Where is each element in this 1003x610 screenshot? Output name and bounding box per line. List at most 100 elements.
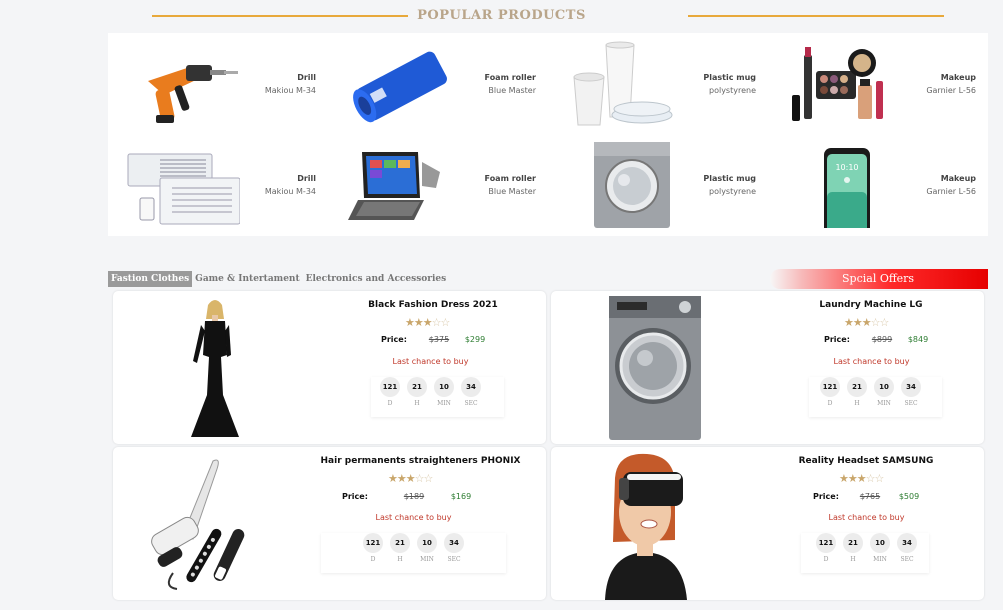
offer-card-laundry-machine[interactable]: Laundry Machine LG ★★★☆☆ Price: $899 $84… — [551, 291, 984, 444]
last-chance-text: Last chance to buy — [392, 357, 469, 366]
countdown-seconds: 34 — [444, 533, 464, 553]
star-icon: ★ — [856, 472, 867, 485]
price-label: Price: — [824, 335, 850, 344]
popular-product-plastic-mug[interactable]: Plastic mug polystyrene — [548, 33, 768, 134]
old-price: $375 — [428, 335, 450, 344]
countdown-days: 121 — [363, 533, 383, 553]
old-price: $765 — [859, 492, 881, 501]
product-name: Makeup — [940, 73, 976, 82]
popular-products-header: POPULAR PRODUCTS — [0, 0, 1003, 32]
popular-product-air-conditioner[interactable]: Drill Makiou M-34 — [108, 134, 328, 235]
countdown-hours: 21 — [847, 377, 867, 397]
laptop-image — [348, 152, 440, 220]
countdown-days: 121 — [820, 377, 840, 397]
price-row: Price: $189 $169 — [342, 492, 488, 501]
product-title[interactable]: Laundry Machine LG — [796, 300, 946, 310]
new-price: $509 — [898, 492, 920, 501]
product-model: Makiou M-34 — [264, 86, 316, 95]
countdown-timer: 121 D 21 H 10 MIN 34 SEC — [371, 377, 504, 417]
countdown-hours-label: H — [850, 556, 856, 563]
countdown-minutes: 10 — [874, 377, 894, 397]
countdown-days-label: D — [387, 400, 393, 407]
product-model: Blue Master — [488, 86, 536, 95]
washing-machine-image — [609, 296, 701, 440]
new-price: $849 — [907, 335, 929, 344]
countdown-seconds-label: SEC — [464, 400, 478, 407]
popular-product-washer[interactable]: Plastic mug polystyrene — [548, 134, 768, 235]
special-offers-label: Spcial Offers — [842, 272, 915, 285]
product-model: polystyrene — [709, 187, 756, 196]
countdown-hours: 21 — [390, 533, 410, 553]
popular-product-laptop[interactable]: Foam roller Blue Master — [328, 134, 548, 235]
countdown-days: 121 — [380, 377, 400, 397]
star-icon: ★ — [852, 316, 863, 329]
washing-machine-image — [594, 142, 670, 228]
product-name: Plastic mug — [703, 73, 756, 82]
popular-product-smartphone[interactable]: 10:10 Makeup Garnier L-56 — [768, 134, 988, 235]
countdown-hours-label: H — [854, 400, 860, 407]
countdown-minutes: 10 — [417, 533, 437, 553]
star-empty-icon: ☆ — [423, 472, 434, 485]
popular-products-grid: Drill Makiou M-34 Foam roller Blue Maste… — [108, 33, 988, 236]
countdown-hours-label: H — [397, 556, 403, 563]
special-offers-banner[interactable]: Spcial Offers — [770, 269, 988, 289]
tab-game-entertainment[interactable]: Game & Intertament — [192, 271, 302, 287]
countdown-seconds: 34 — [901, 377, 921, 397]
new-price: $169 — [450, 492, 472, 501]
countdown-minutes: 10 — [870, 533, 890, 553]
star-empty-icon: ☆ — [874, 472, 885, 485]
star-icon: ★ — [405, 316, 415, 329]
rating-stars: ★★★☆☆ — [844, 316, 890, 329]
air-conditioner-image — [127, 153, 240, 225]
countdown-days-label: D — [370, 556, 376, 563]
star-icon: ★ — [844, 316, 854, 329]
offer-card-dress[interactable]: Black Fashion Dress 2021 ★★★☆☆ Price: $3… — [113, 291, 546, 444]
product-model: Garnier L-56 — [926, 187, 976, 196]
product-name: Plastic mug — [703, 174, 756, 183]
price-label: Price: — [342, 492, 368, 501]
star-icon: ★ — [847, 472, 858, 485]
product-name: Foam roller — [484, 73, 536, 82]
popular-product-makeup[interactable]: Makeup Garnier L-56 — [768, 33, 988, 134]
star-empty-icon: ☆ — [414, 472, 425, 485]
countdown-minutes-label: MIN — [437, 400, 451, 407]
countdown-seconds: 34 — [461, 377, 481, 397]
countdown-timer: 121 D 21 H 10 MIN 34 SEC — [321, 533, 506, 573]
countdown-seconds-label: SEC — [900, 556, 914, 563]
foam-roller-image — [353, 51, 447, 123]
dress-image — [191, 300, 239, 437]
popular-product-drill[interactable]: Drill Makiou M-34 — [108, 33, 328, 134]
countdown-days-label: D — [823, 556, 829, 563]
plastic-mug-image — [573, 41, 673, 126]
star-empty-icon: ☆ — [431, 316, 442, 329]
product-model: Makiou M-34 — [264, 187, 316, 196]
product-model: Garnier L-56 — [926, 86, 976, 95]
rating-stars: ★★★☆☆ — [388, 472, 434, 485]
tab-fashion-clothes[interactable]: Fastion Clothes — [108, 271, 193, 287]
offer-card-hair-straightener[interactable]: Hair permanents straighteners PHONIX ★★★… — [113, 447, 546, 600]
countdown-minutes: 10 — [434, 377, 454, 397]
vr-headset-image — [605, 453, 687, 600]
old-price: $899 — [871, 335, 893, 344]
phone-clock: 10:10 — [835, 163, 858, 172]
smartphone-image: 10:10 — [824, 148, 870, 228]
countdown-days-label: D — [827, 400, 833, 407]
countdown-minutes-label: MIN — [420, 556, 434, 563]
countdown-minutes-label: MIN — [873, 556, 887, 563]
price-label: Price: — [813, 492, 839, 501]
offer-card-vr-headset[interactable]: Reality Headset SAMSUNG ★★★☆☆ Price: $76… — [551, 447, 984, 600]
popular-products-title: POPULAR PRODUCTS — [417, 8, 586, 23]
product-title[interactable]: Reality Headset SAMSUNG — [786, 456, 946, 466]
star-icon: ★ — [413, 316, 424, 329]
hair-straightener-image — [151, 459, 245, 590]
popular-product-foam-roller[interactable]: Foam roller Blue Master — [328, 33, 548, 134]
countdown-minutes-label: MIN — [877, 400, 891, 407]
star-empty-icon: ☆ — [879, 316, 890, 329]
product-title[interactable]: Hair permanents straighteners PHONIX — [318, 456, 523, 466]
product-title[interactable]: Black Fashion Dress 2021 — [358, 300, 508, 310]
price-label: Price: — [381, 335, 407, 344]
tab-electronics-accessories[interactable]: Electronics and Accessories — [303, 271, 450, 287]
product-model: Blue Master — [488, 187, 536, 196]
product-name: Drill — [297, 73, 316, 82]
product-model: polystyrene — [709, 86, 756, 95]
